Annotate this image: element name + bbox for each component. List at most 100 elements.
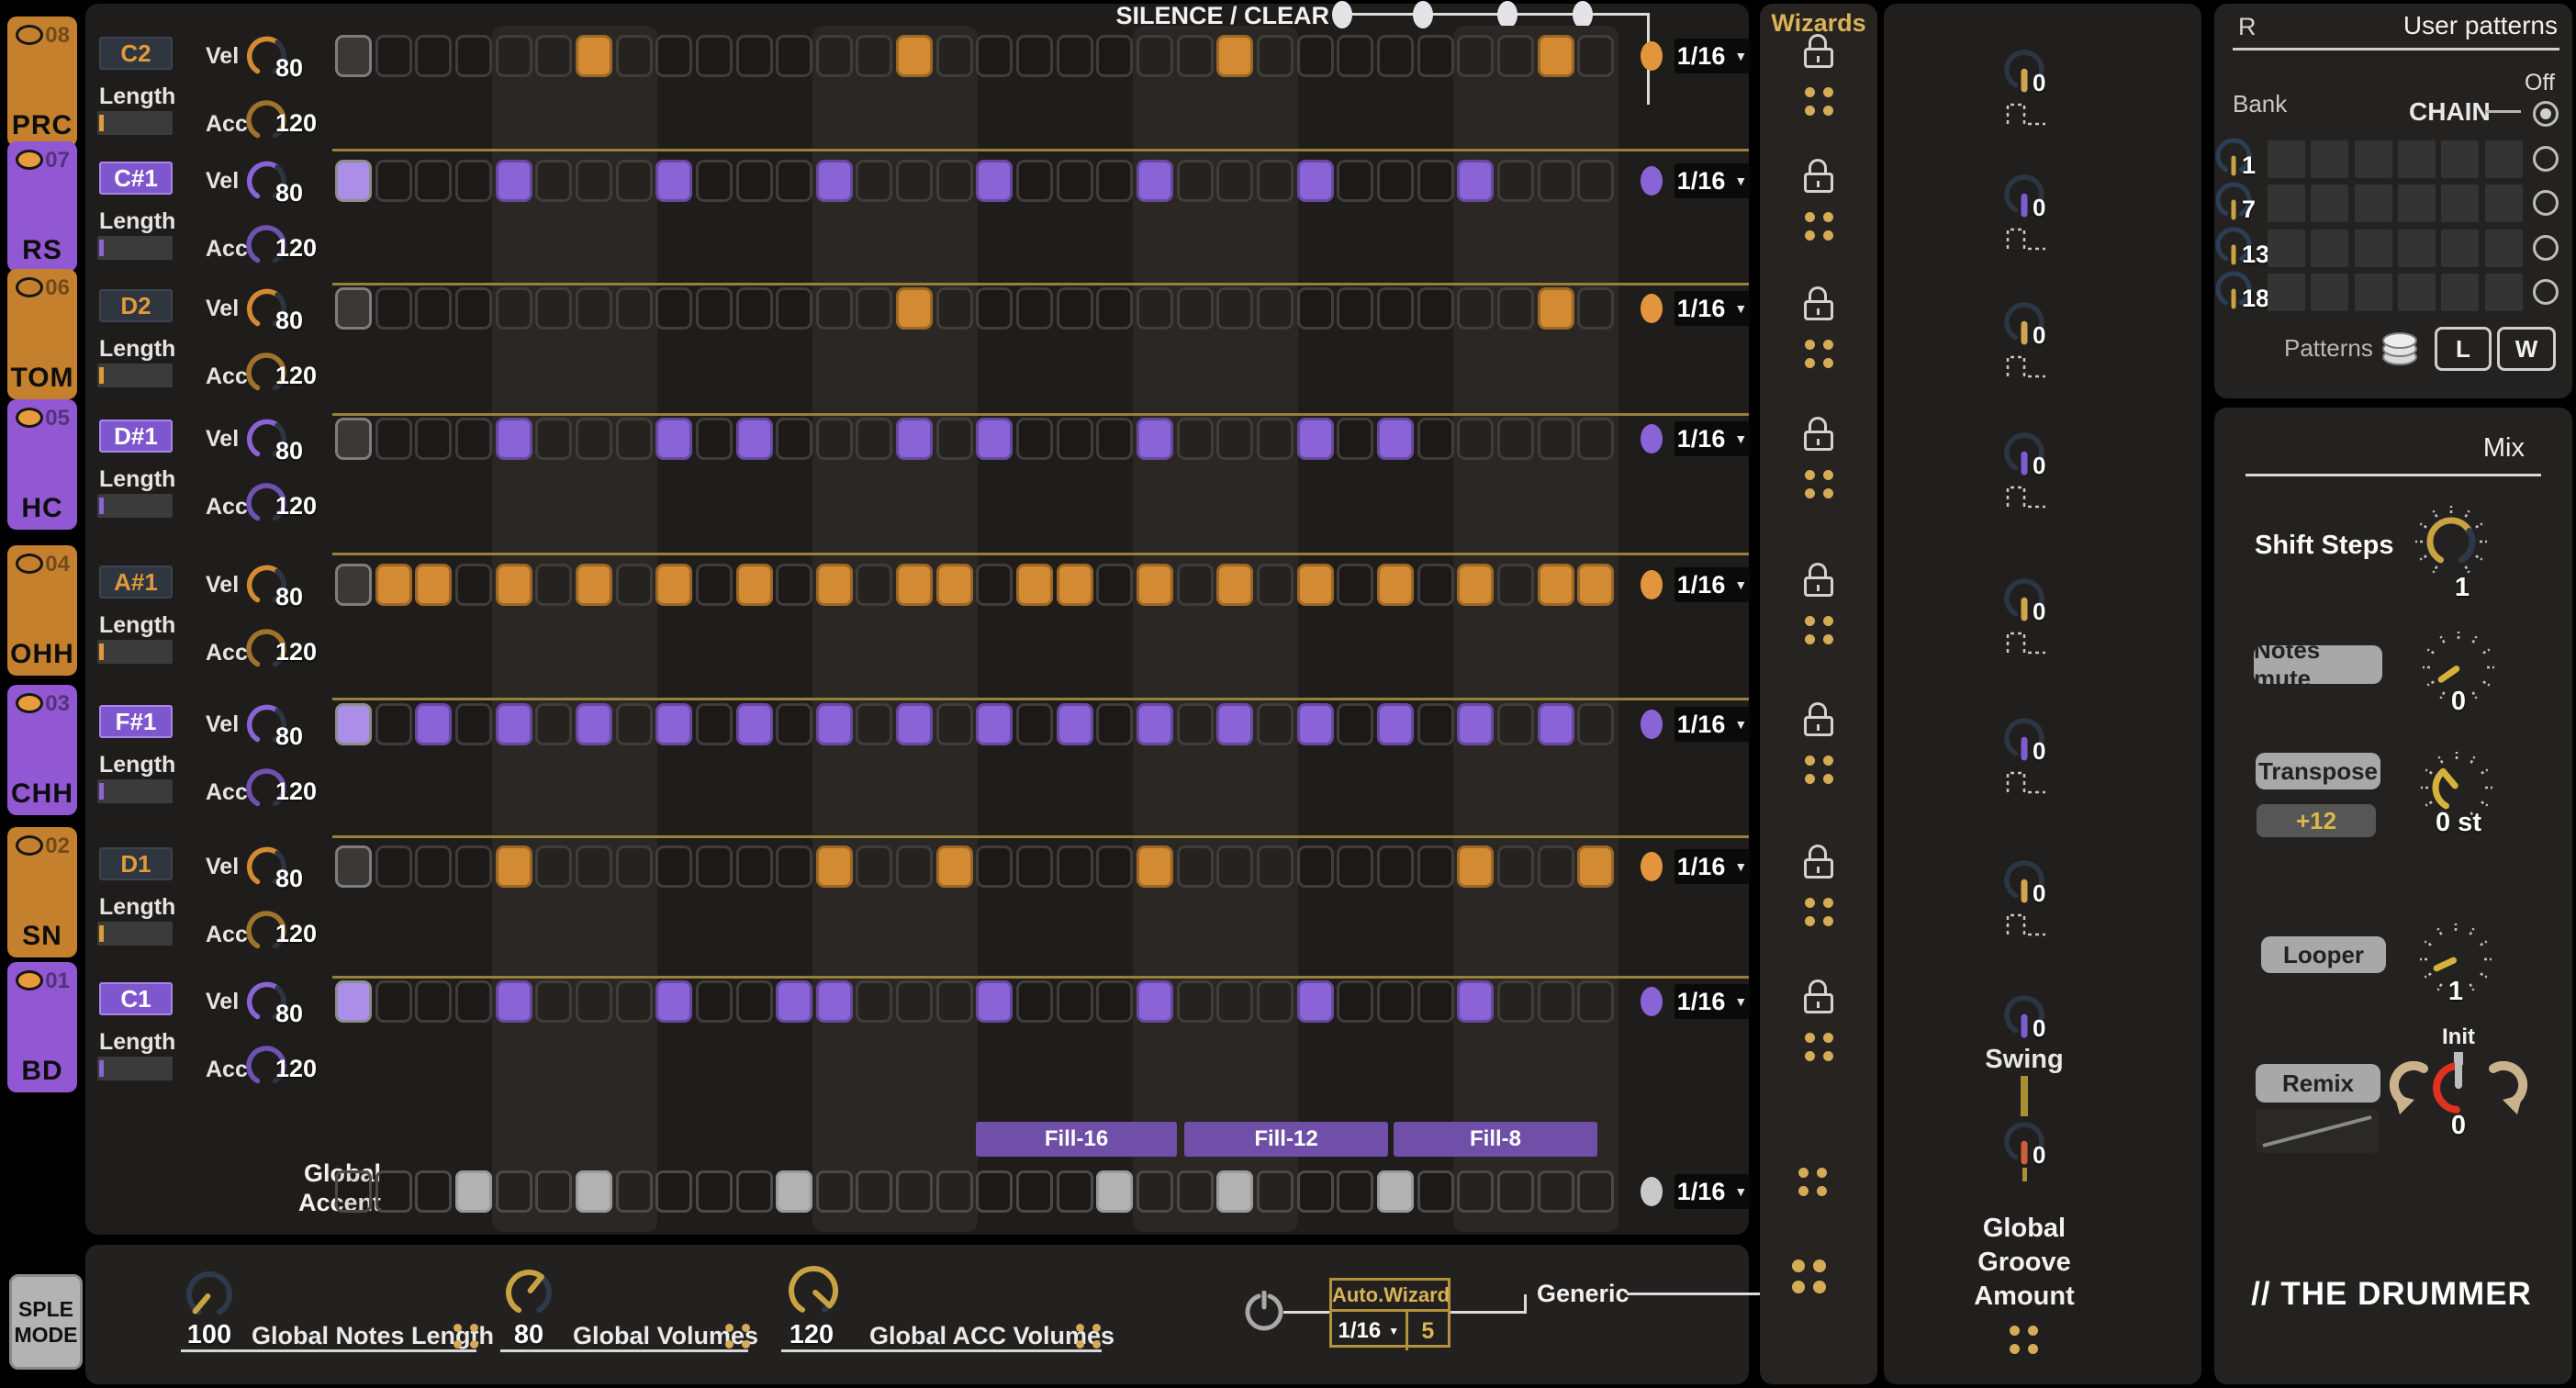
- step-cell[interactable]: [1377, 845, 1414, 888]
- step-cell[interactable]: [1257, 160, 1294, 202]
- step-cell[interactable]: [1016, 160, 1053, 202]
- step-cell[interactable]: [1177, 703, 1214, 745]
- accent-step-cell[interactable]: [616, 1170, 653, 1213]
- step-cell[interactable]: [1577, 845, 1614, 888]
- auto-wizard-power-icon[interactable]: [1243, 1291, 1285, 1338]
- step-cell[interactable]: [455, 418, 492, 460]
- step-cell[interactable]: [856, 845, 892, 888]
- step-cell[interactable]: [696, 287, 733, 330]
- step-cell[interactable]: [1216, 160, 1253, 202]
- step-cell[interactable]: [816, 287, 853, 330]
- step-cell[interactable]: [1538, 287, 1574, 330]
- step-cell[interactable]: [535, 564, 572, 606]
- step-cell[interactable]: [1057, 564, 1093, 606]
- step-cell[interactable]: [1177, 35, 1214, 77]
- step-cell[interactable]: [455, 845, 492, 888]
- pattern-slot[interactable]: [2355, 185, 2392, 222]
- step-cell[interactable]: [1538, 160, 1574, 202]
- step-cell[interactable]: [1457, 564, 1494, 606]
- step-cell[interactable]: [1337, 564, 1373, 606]
- step-cell[interactable]: [335, 418, 372, 460]
- step-cell[interactable]: [1057, 980, 1093, 1023]
- step-cell[interactable]: [576, 564, 612, 606]
- step-cell[interactable]: [1137, 35, 1173, 77]
- step-cell[interactable]: [1417, 703, 1454, 745]
- step-cell[interactable]: [976, 287, 1013, 330]
- step-cell[interactable]: [1457, 845, 1494, 888]
- row-ramp-icon[interactable]: [2005, 483, 2049, 513]
- accent-step-cell[interactable]: [1538, 1170, 1574, 1213]
- accent-step-cell[interactable]: [776, 1170, 812, 1213]
- pattern-slot[interactable]: [2485, 274, 2523, 311]
- pattern-slot[interactable]: [2441, 185, 2479, 222]
- step-cell[interactable]: [1297, 980, 1334, 1023]
- step-cell[interactable]: [776, 160, 812, 202]
- step-cell[interactable]: [415, 35, 452, 77]
- step-cell[interactable]: [335, 160, 372, 202]
- pattern-slot[interactable]: [2311, 229, 2348, 267]
- sple-mode-button[interactable]: SPLEMODE: [9, 1274, 83, 1370]
- step-cell[interactable]: [576, 160, 612, 202]
- fill-button-fill-16[interactable]: Fill-16: [976, 1122, 1177, 1157]
- step-cell[interactable]: [1216, 35, 1253, 77]
- step-cell[interactable]: [1257, 35, 1294, 77]
- step-cell[interactable]: [375, 35, 412, 77]
- step-cell[interactable]: [1096, 980, 1133, 1023]
- pattern-slot[interactable]: [2485, 185, 2523, 222]
- global-acc-volumes-knob[interactable]: [784, 1261, 843, 1320]
- remix-button[interactable]: Remix: [2256, 1064, 2380, 1103]
- step-cell[interactable]: [1297, 35, 1334, 77]
- track-pad-prc[interactable]: 08PRC: [7, 17, 77, 147]
- row-lock-icon[interactable]: [1802, 702, 1835, 739]
- step-cell[interactable]: [736, 287, 773, 330]
- step-cell[interactable]: [1337, 845, 1373, 888]
- step-cell[interactable]: [655, 980, 692, 1023]
- accent-step-cell[interactable]: [856, 1170, 892, 1213]
- step-cell[interactable]: [1297, 703, 1334, 745]
- row-wizard-dots[interactable]: [1805, 470, 1833, 498]
- pattern-slot[interactable]: [2311, 274, 2348, 311]
- step-cell[interactable]: [496, 418, 532, 460]
- step-cell[interactable]: [1538, 980, 1574, 1023]
- step-cell[interactable]: [896, 703, 933, 745]
- step-cell[interactable]: [335, 980, 372, 1023]
- step-cell[interactable]: [1216, 418, 1253, 460]
- step-cell[interactable]: [1577, 980, 1614, 1023]
- step-cell[interactable]: [856, 35, 892, 77]
- step-cell[interactable]: [415, 418, 452, 460]
- accent-step-cell[interactable]: [1457, 1170, 1494, 1213]
- step-cell[interactable]: [1417, 564, 1454, 606]
- step-cell[interactable]: [535, 703, 572, 745]
- silence-slider-handle[interactable]: [1497, 1, 1518, 28]
- step-cell[interactable]: [1497, 418, 1534, 460]
- step-cell[interactable]: [856, 287, 892, 330]
- swing-slider[interactable]: [2021, 1076, 2028, 1116]
- row-ramp-icon[interactable]: [2005, 911, 2049, 941]
- step-cell[interactable]: [455, 980, 492, 1023]
- step-cell[interactable]: [1457, 418, 1494, 460]
- patterns-db-icon[interactable]: [2380, 327, 2420, 374]
- step-cell[interactable]: [1417, 980, 1454, 1023]
- step-cell[interactable]: [535, 418, 572, 460]
- row-ramp-icon[interactable]: [2005, 353, 2049, 383]
- step-cell[interactable]: [415, 845, 452, 888]
- step-cell[interactable]: [335, 287, 372, 330]
- accent-step-cell[interactable]: [1137, 1170, 1173, 1213]
- accent-step-cell[interactable]: [816, 1170, 853, 1213]
- row-rate-dropdown[interactable]: 1/16▼: [1674, 567, 1750, 602]
- step-cell[interactable]: [1096, 845, 1133, 888]
- step-cell[interactable]: [1257, 845, 1294, 888]
- row-ramp-icon[interactable]: [2005, 100, 2049, 130]
- step-cell[interactable]: [1457, 287, 1494, 330]
- step-cell[interactable]: [1417, 287, 1454, 330]
- row-wizard-dots[interactable]: [1805, 898, 1833, 926]
- accent-step-cell[interactable]: [1497, 1170, 1534, 1213]
- step-cell[interactable]: [1016, 845, 1053, 888]
- chain-row-radio[interactable]: [2533, 235, 2559, 261]
- step-cell[interactable]: [936, 845, 973, 888]
- step-cell[interactable]: [1538, 703, 1574, 745]
- row-rate-dropdown[interactable]: 1/16▼: [1674, 984, 1750, 1019]
- step-cell[interactable]: [736, 418, 773, 460]
- step-cell[interactable]: [1497, 287, 1534, 330]
- step-cell[interactable]: [576, 980, 612, 1023]
